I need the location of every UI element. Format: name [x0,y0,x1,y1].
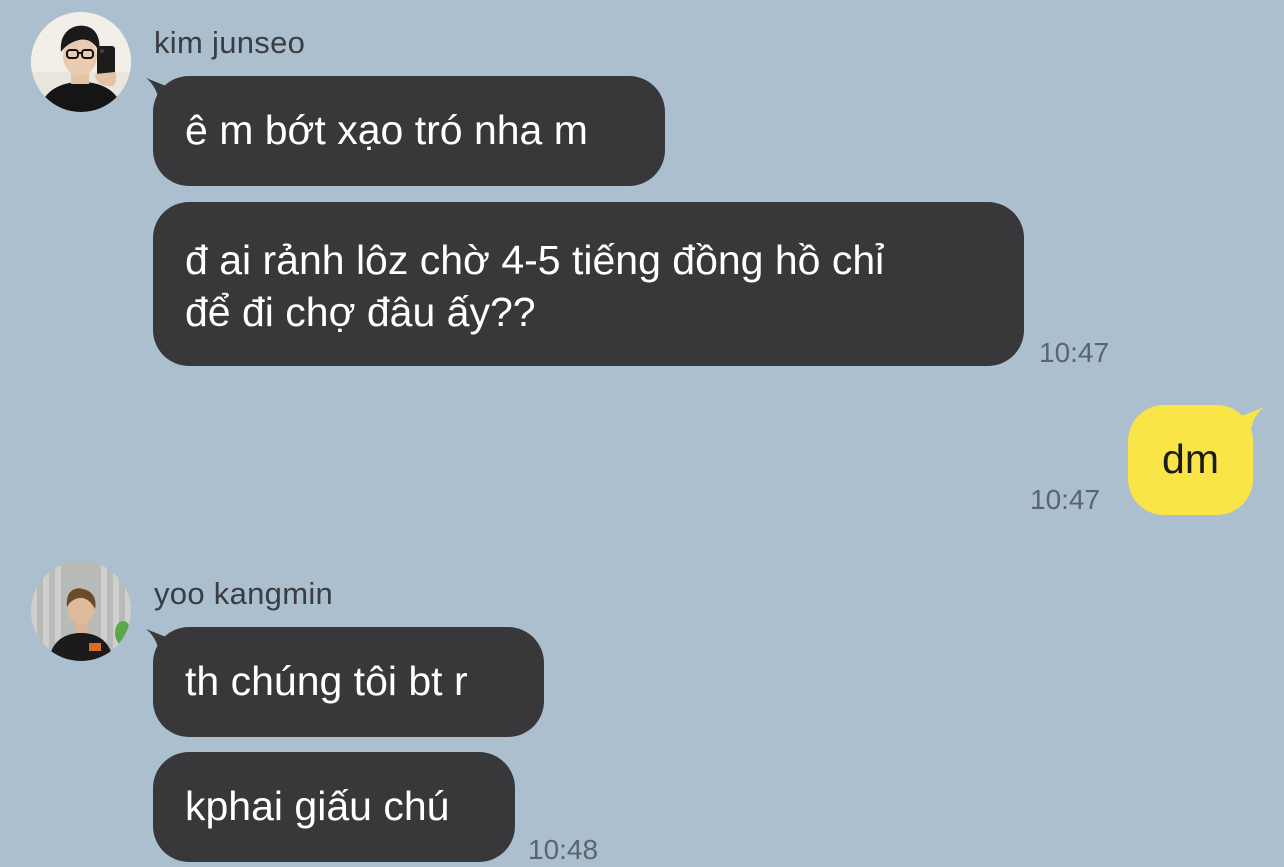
message-bubble-incoming[interactable]: ê m bớt xạo tró nha m [153,76,665,186]
avatar-yoo-kangmin[interactable] [31,561,131,661]
message-text-line: đ ai rảnh lôz chờ 4-5 tiếng đồng hồ chỉ [185,237,885,283]
avatar-kim-junseo[interactable] [31,12,131,112]
message-timestamp: 10:47 [1030,484,1101,515]
message-text: dm [1162,436,1219,482]
message-text: kphai giấu chú [185,783,450,829]
message-bubble-incoming[interactable]: đ ai rảnh lôz chờ 4-5 tiếng đồng hồ chỉ … [153,202,1024,366]
message-bubble-incoming[interactable]: kphai giấu chú [153,752,515,862]
message-text: th chúng tôi bt r [185,658,468,704]
chat-screen: { "colors": { "background": "#abbfcf", "… [0,0,1284,867]
message-text: ê m bớt xạo tró nha m [185,107,588,153]
message-text-line: để đi chợ đâu ấy?? [185,289,536,335]
sender-name-kim-junseo: kim junseo [154,25,306,60]
message-timestamp: 10:47 [1039,337,1110,368]
message-bubble-incoming[interactable]: th chúng tôi bt r [153,627,544,737]
sender-name-yoo-kangmin: yoo kangmin [154,576,334,611]
message-timestamp: 10:48 [528,834,599,865]
bubble-tail [1232,405,1268,441]
